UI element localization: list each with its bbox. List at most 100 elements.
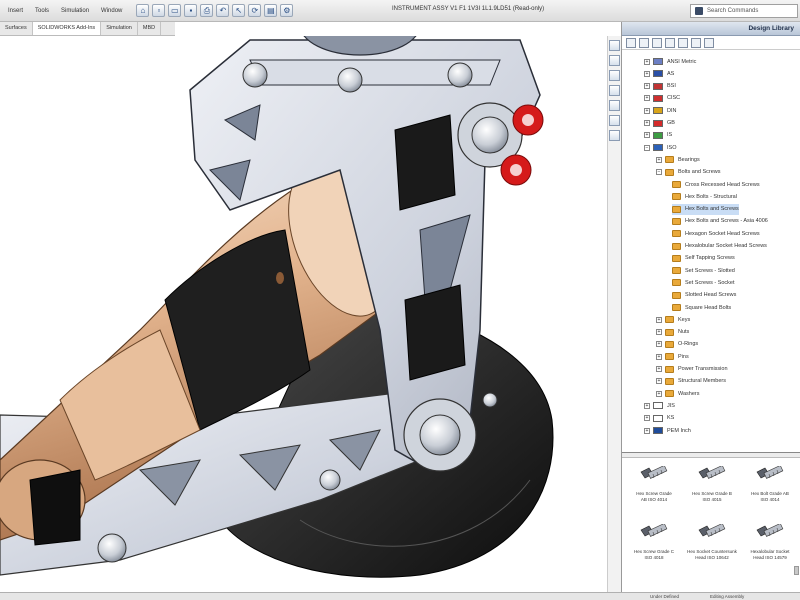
tree-item[interactable]: − Bolts and Screws bbox=[656, 167, 721, 178]
forward-icon[interactable] bbox=[639, 38, 649, 48]
expand-icon[interactable]: + bbox=[644, 70, 650, 77]
tree-item[interactable]: Hex Bolts and Screws - Asia 4006 bbox=[672, 216, 768, 227]
graphics-area[interactable] bbox=[0, 36, 607, 592]
tree-item[interactable]: + JIS bbox=[644, 400, 675, 411]
create-folder-icon[interactable] bbox=[678, 38, 688, 48]
tree-item[interactable]: + Bearings bbox=[656, 154, 700, 165]
menu-insert[interactable]: Insert bbox=[2, 8, 29, 14]
file-properties-icon[interactable]: ▤ bbox=[264, 4, 278, 17]
undo-icon[interactable]: ↶ bbox=[216, 4, 230, 17]
tree-item[interactable]: Hexagon Socket Head Screws bbox=[672, 228, 760, 239]
tree-item-label: Cross Recessed Head Screws bbox=[685, 181, 760, 188]
new-document-icon[interactable]: ▫ bbox=[152, 4, 166, 17]
menu-window[interactable]: Window bbox=[95, 8, 128, 14]
tree-item[interactable]: Slotted Head Screws bbox=[672, 290, 736, 301]
tree-item[interactable]: Set Screws - Slotted bbox=[672, 265, 735, 276]
folder-icon bbox=[665, 328, 674, 336]
back-icon[interactable] bbox=[626, 38, 636, 48]
expand-icon[interactable]: + bbox=[644, 132, 650, 139]
tree-item[interactable]: + DIN bbox=[644, 105, 676, 116]
expand-icon[interactable]: + bbox=[656, 378, 662, 385]
library-part-item[interactable]: Hexalobular Socket Head ISO 14579 bbox=[742, 518, 798, 574]
view-palette-tab-icon[interactable] bbox=[609, 85, 620, 96]
lower-bolt[interactable] bbox=[419, 414, 461, 456]
expand-icon[interactable]: + bbox=[644, 120, 650, 126]
add-to-library-icon[interactable] bbox=[652, 38, 662, 48]
tree-item[interactable]: Hex Bolts - Structural bbox=[672, 191, 737, 202]
options-gear-icon[interactable]: ⚙ bbox=[280, 4, 294, 17]
tab-simulation[interactable]: Simulation bbox=[101, 22, 138, 35]
folder-icon bbox=[672, 304, 681, 311]
design-library-tab-icon[interactable] bbox=[609, 55, 620, 66]
expand-icon[interactable]: + bbox=[656, 366, 662, 372]
tree-item[interactable]: + Washers bbox=[656, 388, 700, 399]
resources-tab-icon[interactable] bbox=[609, 40, 620, 51]
appearances-tab-icon[interactable] bbox=[609, 100, 620, 111]
tree-item[interactable]: + CISC bbox=[644, 93, 680, 104]
tree-item[interactable]: − ISO bbox=[644, 142, 676, 153]
parts-grid: Hex Screw Grade AB ISO 4014 Hex Screw Grad… bbox=[622, 458, 800, 588]
suspension-assembly-model[interactable] bbox=[0, 36, 607, 592]
library-part-item[interactable]: Hex Socket Countersunk Head ISO 10642 bbox=[684, 518, 740, 574]
collapse-icon[interactable]: − bbox=[656, 169, 662, 176]
menu-simulation[interactable]: Simulation bbox=[55, 8, 95, 14]
menu-tools[interactable]: Tools bbox=[29, 8, 55, 14]
collapse-icon[interactable]: − bbox=[644, 144, 650, 151]
library-part-item[interactable]: Hex Bolt Grade AB ISO 4014 bbox=[742, 460, 798, 516]
tree-item-label: KS bbox=[667, 415, 675, 422]
expand-icon[interactable]: + bbox=[656, 341, 662, 348]
expand-icon[interactable]: + bbox=[644, 58, 650, 65]
expand-icon[interactable]: + bbox=[656, 390, 662, 397]
save-icon[interactable]: ▪ bbox=[184, 4, 198, 17]
library-part-item[interactable]: Hex Screw Grade AB ISO 4014 bbox=[626, 460, 682, 516]
expand-icon[interactable]: + bbox=[656, 329, 662, 336]
tree-item[interactable]: Self Tapping Screws bbox=[672, 253, 735, 264]
expand-icon[interactable]: + bbox=[656, 353, 662, 360]
expand-icon[interactable]: + bbox=[644, 95, 650, 102]
library-part-item[interactable]: Hex Screw Grade B ISO 4015 bbox=[684, 460, 740, 516]
refresh-icon[interactable] bbox=[691, 38, 701, 48]
tree-item-selected[interactable]: Hex Bolts and Screws bbox=[672, 203, 739, 215]
forum-tab-icon[interactable] bbox=[609, 130, 620, 141]
expand-icon[interactable]: + bbox=[644, 107, 650, 114]
add-file-location-icon[interactable] bbox=[665, 38, 675, 48]
tree-item[interactable]: + KS bbox=[644, 413, 674, 424]
custom-properties-tab-icon[interactable] bbox=[609, 115, 620, 126]
tree-item[interactable]: Hexalobular Socket Head Screws bbox=[672, 241, 767, 252]
tree-item[interactable]: Set Screws - Socket bbox=[672, 277, 735, 288]
home-icon[interactable]: ⌂ bbox=[136, 4, 150, 17]
select-icon[interactable]: ↖ bbox=[232, 4, 246, 17]
tree-item[interactable]: + PEM Inch bbox=[644, 425, 691, 436]
print-icon[interactable]: ⎙ bbox=[200, 4, 214, 17]
rebuild-icon[interactable]: ⟳ bbox=[248, 4, 262, 17]
expand-icon[interactable]: + bbox=[644, 402, 650, 409]
tree-item[interactable]: + Power Transmission bbox=[656, 364, 728, 375]
pin-icon[interactable] bbox=[704, 38, 714, 48]
expand-icon[interactable]: + bbox=[656, 316, 662, 323]
tree-item[interactable]: Cross Recessed Head Screws bbox=[672, 179, 760, 190]
file-explorer-tab-icon[interactable] bbox=[609, 70, 620, 81]
search-commands-box[interactable]: Search Commands bbox=[690, 4, 798, 18]
tree-item[interactable]: + Keys bbox=[656, 314, 690, 325]
tree-item[interactable]: + AS bbox=[644, 68, 674, 79]
tab-solidworks-add-ins[interactable]: SOLIDWORKS Add-Ins bbox=[32, 22, 102, 35]
expand-icon[interactable]: + bbox=[656, 156, 662, 163]
tree-item[interactable]: Square Head Bolts bbox=[672, 302, 731, 313]
tab-surfaces[interactable]: Surfaces bbox=[0, 22, 33, 35]
tree-item[interactable]: + Structural Members bbox=[656, 376, 726, 387]
tree-item[interactable]: + Pins bbox=[656, 351, 689, 362]
library-part-item[interactable]: Hex Screw Grade C ISO 4018 bbox=[626, 518, 682, 574]
tree-item[interactable]: + Nuts bbox=[656, 327, 689, 338]
open-folder-icon[interactable]: ▭ bbox=[168, 4, 182, 17]
tree-item[interactable]: + BSI bbox=[644, 81, 676, 92]
expand-icon[interactable]: + bbox=[644, 415, 650, 422]
expand-icon[interactable]: + bbox=[644, 83, 650, 90]
tab-mbd[interactable]: MBD bbox=[138, 22, 162, 35]
tree-item[interactable]: + ANSI Metric bbox=[644, 56, 696, 67]
part-label-line2: Head ISO 14579 bbox=[753, 554, 787, 560]
expand-icon[interactable]: + bbox=[644, 427, 650, 434]
upper-bolt[interactable] bbox=[471, 116, 509, 154]
tree-item[interactable]: + O-Rings bbox=[656, 339, 698, 350]
tree-item[interactable]: + IS bbox=[644, 130, 672, 141]
tree-item[interactable]: + GB bbox=[644, 118, 675, 129]
